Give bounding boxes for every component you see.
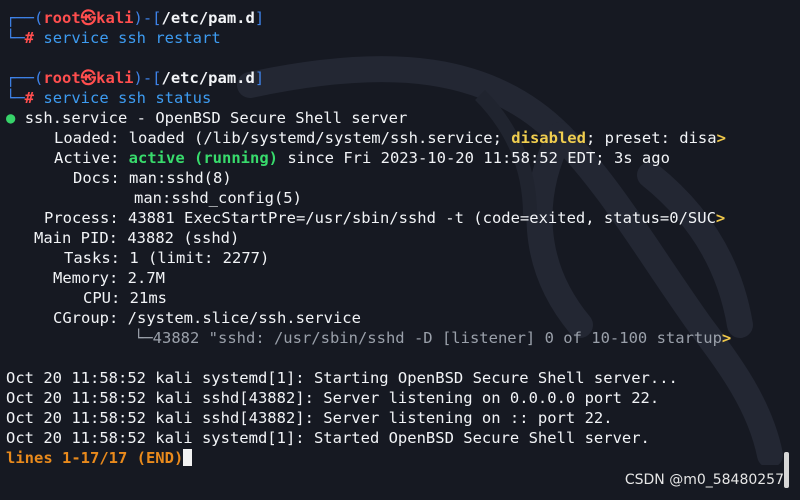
truncate-marker: > xyxy=(715,209,726,227)
active-line: Active: active (running) since Fri 2023-… xyxy=(6,148,790,168)
truncate-marker: > xyxy=(716,129,726,147)
cpu-line: CPU: 21ms xyxy=(6,288,790,308)
memory-label: Memory: xyxy=(53,269,119,287)
prompt-path: /etc/pam.d xyxy=(161,69,255,87)
process-line: Process: 43881 ExecStartPre=/usr/sbin/ss… xyxy=(6,208,790,228)
cgroup-process-line: └─43882 "sshd: /usr/sbin/sshd -D [listen… xyxy=(6,328,790,348)
loaded-label: Loaded: xyxy=(54,129,120,147)
loaded-value: loaded (/lib/systemd/system/ssh.service; xyxy=(128,129,512,147)
tasks-line: Tasks: 1 (limit: 2277) xyxy=(6,248,790,268)
csdn-watermark: CSDN @m0_58480257 xyxy=(624,472,784,488)
memory-value: 2.7M xyxy=(127,269,165,287)
pager-status-line: lines 1-17/17 (END) xyxy=(6,448,790,468)
active-label: Active: xyxy=(54,149,120,167)
docs-label: Docs: xyxy=(73,169,120,187)
prompt-bracket: ┌──( xyxy=(6,9,44,27)
loaded-preset: ; preset: disa xyxy=(585,129,717,147)
active-since: since Fri 2023-10-20 11:58:52 EDT; 3s ag… xyxy=(287,149,670,167)
docs-line: Docs: man:sshd(8) xyxy=(6,168,790,188)
docs-value: man:sshd(8) xyxy=(129,169,232,187)
cgroup-value: /system.slice/ssh.service xyxy=(127,309,361,327)
command-text: service ssh status xyxy=(43,89,212,107)
tasks-label: Tasks: xyxy=(64,249,120,267)
prompt-path: /etc/pam.d xyxy=(161,9,255,27)
service-title: ssh.service - OpenBSD Secure Shell serve… xyxy=(24,109,408,127)
mainpid-value: 43882 (sshd) xyxy=(127,229,240,247)
prompt-bracket: ┌──( xyxy=(6,69,44,87)
prompt-user: root xyxy=(43,69,81,87)
prompt-corner: └─ xyxy=(6,29,25,47)
loaded-line: Loaded: loaded (/lib/systemd/system/ssh.… xyxy=(6,128,790,148)
disabled-badge: disabled xyxy=(511,129,586,147)
prompt-line-1-bottom: └─# service ssh restart xyxy=(6,28,790,48)
prompt-corner: └─ xyxy=(6,89,25,107)
prompt-bracket: ] xyxy=(254,9,265,27)
prompt-line-2-bottom: └─# service ssh status xyxy=(6,88,790,108)
pager-status: lines 1-17/17 (END) xyxy=(6,449,184,467)
active-state: active (running) xyxy=(128,149,278,167)
cgroup-label: CGroup: xyxy=(53,309,119,327)
prompt-host: kali xyxy=(96,9,134,27)
process-label: Process: xyxy=(44,209,119,227)
truncate-marker: > xyxy=(721,329,732,347)
cgroup-process: └─43882 "sshd: /usr/sbin/sshd -D [listen… xyxy=(134,329,722,347)
cursor-block[interactable] xyxy=(183,449,193,466)
skull-icon: ㉿ xyxy=(80,69,97,87)
tasks-value: 1 (limit: 2277) xyxy=(129,249,270,267)
cpu-label: CPU: xyxy=(83,289,121,307)
prompt-bracket: )-[ xyxy=(133,69,162,87)
prompt-hash: # xyxy=(24,29,35,47)
status-dot-icon: ● xyxy=(6,109,16,127)
prompt-line-1-top: ┌──(root㉿kali)-[/etc/pam.d] xyxy=(6,8,790,28)
prompt-host: kali xyxy=(96,69,134,87)
terminal-window[interactable]: ┌──(root㉿kali)-[/etc/pam.d] └─# service … xyxy=(0,0,790,500)
skull-icon: ㉿ xyxy=(80,9,97,27)
prompt-bracket: ] xyxy=(254,69,265,87)
service-title-line: ● ssh.service - OpenBSD Secure Shell ser… xyxy=(6,108,790,128)
mainpid-label: Main PID: xyxy=(34,229,118,247)
command-text: service ssh restart xyxy=(43,29,221,47)
memory-line: Memory: 2.7M xyxy=(6,268,790,288)
log-line: Oct 20 11:58:52 kali systemd[1]: Startin… xyxy=(6,369,678,387)
log-line: Oct 20 11:58:52 kali systemd[1]: Started… xyxy=(6,429,650,447)
cgroup-line: CGroup: /system.slice/ssh.service xyxy=(6,308,790,328)
cpu-value: 21ms xyxy=(129,289,167,307)
docs-value: man:sshd_config(5) xyxy=(134,189,302,207)
scrollbar[interactable] xyxy=(784,452,789,488)
process-value: 43881 ExecStartPre=/usr/sbin/sshd -t (co… xyxy=(128,209,716,227)
prompt-line-2-top: ┌──(root㉿kali)-[/etc/pam.d] xyxy=(6,68,790,88)
log-line: Oct 20 11:58:52 kali sshd[43882]: Server… xyxy=(6,389,660,407)
mainpid-line: Main PID: 43882 (sshd) xyxy=(6,228,790,248)
prompt-hash: # xyxy=(24,89,35,107)
log-line: Oct 20 11:58:52 kali sshd[43882]: Server… xyxy=(6,409,613,427)
prompt-user: root xyxy=(43,9,81,27)
prompt-bracket: )-[ xyxy=(133,9,162,27)
docs-line-2: man:sshd_config(5) xyxy=(6,188,790,208)
